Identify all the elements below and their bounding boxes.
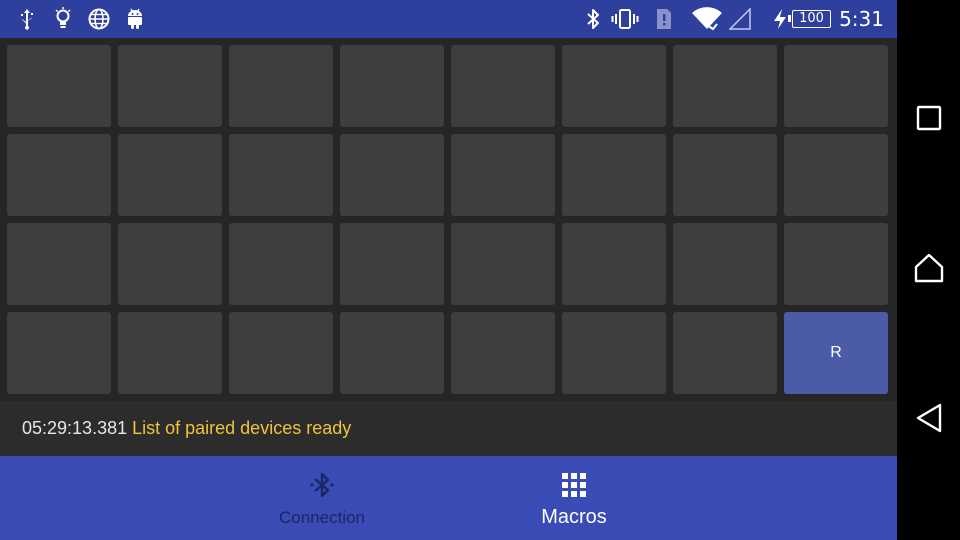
battery-indicator: 100 xyxy=(788,10,831,28)
android-icon xyxy=(124,0,146,38)
macro-pad-r2-c2[interactable] xyxy=(118,134,222,216)
macro-pad-r4-c2[interactable] xyxy=(118,312,222,394)
macro-pad-r2-c1[interactable] xyxy=(7,134,111,216)
macro-pad-grid: R xyxy=(0,38,897,401)
macro-pad-r4-c6[interactable] xyxy=(562,312,666,394)
status-clock: 5:31 xyxy=(839,7,884,31)
globe-icon xyxy=(87,0,111,38)
macro-pad-r1-c2[interactable] xyxy=(118,45,222,127)
macro-pad-r1-c8[interactable] xyxy=(784,45,888,127)
tab-macros[interactable]: Macros xyxy=(474,456,674,540)
app-screen: 100 5:31 R 05:29:13.381 List of paired de… xyxy=(0,0,960,540)
cell-signal-icon xyxy=(728,0,752,38)
recents-button[interactable] xyxy=(897,90,960,150)
status-bar: 100 5:31 xyxy=(0,0,897,38)
vibrate-icon xyxy=(610,0,640,38)
macro-pad-r2-c7[interactable] xyxy=(673,134,777,216)
recents-square-icon xyxy=(916,105,942,135)
macro-pad-r2-c8[interactable] xyxy=(784,134,888,216)
macro-pad-r4-c5[interactable] xyxy=(451,312,555,394)
macro-pad-r2-c6[interactable] xyxy=(562,134,666,216)
bluetooth-icon xyxy=(584,0,602,38)
tab-macros-label: Macros xyxy=(541,506,607,528)
macro-pad-r3-c6[interactable] xyxy=(562,223,666,305)
macro-pad-r2-c5[interactable] xyxy=(451,134,555,216)
home-icon xyxy=(913,252,945,288)
macro-pad-r1-c1[interactable] xyxy=(7,45,111,127)
system-navigation-bar xyxy=(897,0,960,540)
log-bar: 05:29:13.381 List of paired devices ready xyxy=(0,401,897,456)
macro-pad-r4-c1[interactable] xyxy=(7,312,111,394)
lightbulb-icon xyxy=(52,0,74,38)
macro-pad-r4-c3[interactable] xyxy=(229,312,333,394)
macro-pad-r3-c8[interactable] xyxy=(784,223,888,305)
macro-pad-r3-c7[interactable] xyxy=(673,223,777,305)
bluetooth-icon xyxy=(307,470,337,500)
macro-pad-r3-c4[interactable] xyxy=(340,223,444,305)
tab-connection[interactable]: Connection xyxy=(222,456,422,540)
macro-pad-r1-c7[interactable] xyxy=(673,45,777,127)
macro-pad-r1-c4[interactable] xyxy=(340,45,444,127)
wifi-icon xyxy=(690,0,724,38)
log-message: List of paired devices ready xyxy=(132,418,352,438)
macro-pad-r3-c3[interactable] xyxy=(229,223,333,305)
macro-pad-r3-c1[interactable] xyxy=(7,223,111,305)
bottom-navigation: Connection Macros xyxy=(0,456,897,540)
macro-pad-r1-c3[interactable] xyxy=(229,45,333,127)
usb-icon xyxy=(16,0,38,38)
tab-connection-label: Connection xyxy=(278,508,365,527)
macro-pad-r4-c8[interactable]: R xyxy=(784,312,888,394)
sim-icon xyxy=(654,0,674,38)
macro-pad-r1-c6[interactable] xyxy=(562,45,666,127)
grid-icon xyxy=(561,470,587,500)
macro-pad-r1-c5[interactable] xyxy=(451,45,555,127)
macro-pad-r3-c5[interactable] xyxy=(451,223,555,305)
charging-icon xyxy=(771,0,789,38)
back-button[interactable] xyxy=(897,390,960,450)
home-button[interactable] xyxy=(897,240,960,300)
macro-pad-r3-c2[interactable] xyxy=(118,223,222,305)
log-timestamp: 05:29:13.381 xyxy=(22,418,128,438)
macro-pad-r4-c4[interactable] xyxy=(340,312,444,394)
macro-pad-r2-c3[interactable] xyxy=(229,134,333,216)
macro-pad-r4-c7[interactable] xyxy=(673,312,777,394)
macro-pad-r2-c4[interactable] xyxy=(340,134,444,216)
back-triangle-icon xyxy=(915,403,943,437)
